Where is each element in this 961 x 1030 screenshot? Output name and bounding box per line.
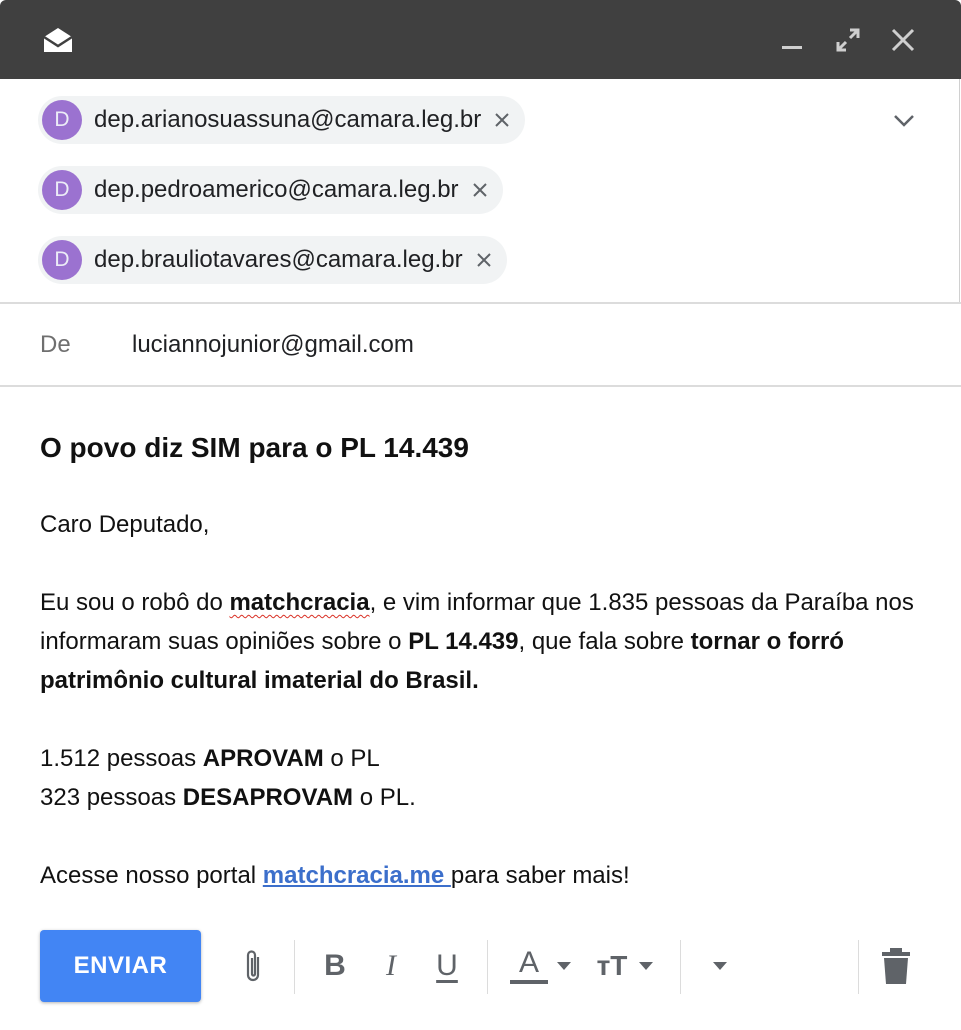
trash-icon[interactable] (878, 940, 914, 992)
recipient-chip[interactable]: D dep.brauliotavares@camara.leg.br (38, 236, 507, 284)
pl-number: PL 14.439 (408, 628, 519, 655)
disapprove-word: DESAPROVAM (182, 784, 354, 811)
message-subject: O povo diz SIM para o PL 14.439 (40, 432, 469, 463)
from-value[interactable]: luciannojunior@gmail.com (132, 331, 414, 359)
text-span: para saber mais! (450, 862, 630, 889)
compose-toolbar: ENVIAR B I U A тT (0, 928, 961, 1008)
avatar: D (42, 240, 82, 280)
underline-icon[interactable]: U (430, 940, 464, 992)
toolbar-separator (858, 940, 859, 994)
from-label: De (40, 331, 71, 358)
caret-down-icon[interactable] (554, 940, 574, 992)
remove-recipient-icon[interactable] (469, 179, 491, 201)
text-color-icon[interactable]: A (508, 940, 550, 992)
disapprove-count: 323 pessoas (40, 784, 183, 811)
greeting: Caro Deputado, (40, 511, 210, 538)
minimize-icon[interactable] (772, 20, 812, 60)
bold-icon[interactable]: B (318, 940, 352, 992)
toolbar-separator (294, 940, 295, 994)
cta-line: Acesse nosso portal matchcracia.me para … (40, 856, 920, 895)
compose-titlebar (0, 0, 961, 79)
more-options-caret-icon[interactable] (708, 940, 732, 992)
avatar: D (42, 170, 82, 210)
divider (0, 302, 961, 304)
close-icon[interactable] (883, 20, 923, 60)
approve-count: 1.512 pessoas (40, 745, 203, 772)
caret-down-icon[interactable] (636, 940, 656, 992)
text-span: , que fala sobre (518, 628, 691, 655)
remove-recipient-icon[interactable] (473, 249, 495, 271)
paragraph: Eu sou o robô do matchcracia, e vim info… (40, 583, 920, 700)
portal-link[interactable]: matchcracia.me (263, 862, 451, 889)
brand-name: matchcracia (229, 589, 370, 616)
approve-line: 1.512 pessoas APROVAM o PL (40, 739, 920, 778)
avatar: D (42, 100, 82, 140)
text-size-icon[interactable]: тT (592, 940, 632, 992)
recipients-field[interactable]: D dep.arianosuassuna@camara.leg.br D dep… (0, 79, 960, 303)
recipient-email: dep.pedroamerico@camara.leg.br (94, 176, 459, 203)
text-span: o PL. (353, 784, 416, 811)
remove-recipient-icon[interactable] (491, 109, 513, 131)
attach-icon[interactable] (236, 940, 270, 992)
toolbar-separator (487, 940, 488, 994)
approve-word: APROVAM (202, 745, 324, 772)
text-span: Eu sou o robô do (40, 589, 230, 616)
color-bar (510, 980, 548, 984)
chevron-down-icon[interactable] (888, 107, 920, 135)
disapprove-line: 323 pessoas DESAPROVAM o PL. (40, 778, 920, 817)
envelope-open-icon (38, 20, 78, 60)
recipient-email: dep.arianosuassuna@camara.leg.br (94, 106, 482, 133)
expand-icon[interactable] (828, 20, 868, 60)
toolbar-separator (680, 940, 681, 994)
text-span: o PL (323, 745, 380, 772)
recipient-chip[interactable]: D dep.pedroamerico@camara.leg.br (38, 166, 503, 214)
recipient-chip[interactable]: D dep.arianosuassuna@camara.leg.br (38, 96, 526, 144)
text-color-glyph: A (518, 946, 539, 979)
send-button[interactable]: ENVIAR (40, 930, 201, 1002)
from-row: De luciannojunior@gmail.com (0, 305, 961, 385)
message-body[interactable]: O povo diz SIM para o PL 14.439 Caro Dep… (40, 425, 920, 895)
divider (0, 385, 961, 387)
recipient-email: dep.brauliotavares@camara.leg.br (94, 246, 463, 273)
italic-icon[interactable]: I (374, 940, 408, 992)
text-span: Acesse nosso portal (40, 862, 263, 889)
